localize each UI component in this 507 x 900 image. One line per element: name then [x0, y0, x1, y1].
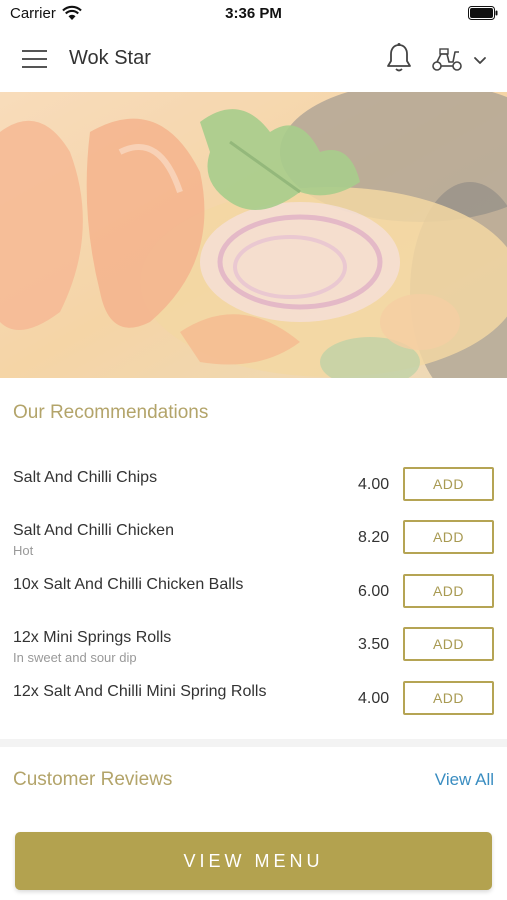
reviews-title: Customer Reviews	[13, 769, 173, 790]
item-name: Salt And Chilli Chips	[13, 469, 158, 486]
add-button[interactable]: ADD	[403, 627, 494, 661]
add-button[interactable]: ADD	[403, 520, 494, 554]
menu-item-row: 12x Salt And Chilli Mini Spring Rolls 4.…	[0, 676, 507, 728]
bell-icon[interactable]	[385, 42, 413, 74]
item-description: Hot	[13, 543, 34, 558]
item-description: In sweet and sour dip	[13, 650, 137, 665]
item-name: 12x Mini Springs Rolls	[13, 629, 172, 646]
menu-item-row: Salt And Chilli Chips 4.00 ADD	[0, 462, 507, 514]
chevron-down-icon[interactable]	[472, 54, 488, 66]
app-header: Wok Star	[0, 26, 507, 92]
hero-food-image	[0, 92, 507, 378]
status-bar: Carrier 3:36 PM	[0, 0, 507, 26]
item-price: 3.50	[358, 636, 390, 653]
item-name: 12x Salt And Chilli Mini Spring Rolls	[13, 683, 267, 700]
item-price: 8.20	[358, 529, 390, 546]
menu-item-row: 10x Salt And Chilli Chicken Balls 6.00 A…	[0, 569, 507, 621]
recommendations-title: Our Recommendations	[13, 402, 209, 423]
hamburger-menu-icon[interactable]	[22, 48, 48, 70]
item-name: Salt And Chilli Chicken	[13, 522, 174, 539]
menu-item-row: Salt And Chilli Chicken Hot 8.20 ADD	[0, 515, 507, 567]
restaurant-title: Wok Star	[69, 47, 151, 69]
view-all-reviews-link[interactable]: View All	[435, 770, 494, 790]
item-price: 6.00	[358, 583, 390, 600]
view-menu-button[interactable]: VIEW MENU	[15, 832, 492, 890]
section-divider	[0, 739, 507, 747]
battery-icon	[468, 6, 498, 20]
thai-soup-prawns-photo	[0, 92, 507, 378]
scooter-icon[interactable]	[431, 46, 463, 72]
add-button[interactable]: ADD	[403, 467, 494, 501]
add-button[interactable]: ADD	[403, 574, 494, 608]
clock: 3:36 PM	[225, 5, 282, 22]
add-button[interactable]: ADD	[403, 681, 494, 715]
item-price: 4.00	[358, 476, 390, 493]
menu-item-row: 12x Mini Springs Rolls In sweet and sour…	[0, 622, 507, 674]
item-name: 10x Salt And Chilli Chicken Balls	[13, 576, 244, 593]
item-price: 4.00	[358, 690, 390, 707]
